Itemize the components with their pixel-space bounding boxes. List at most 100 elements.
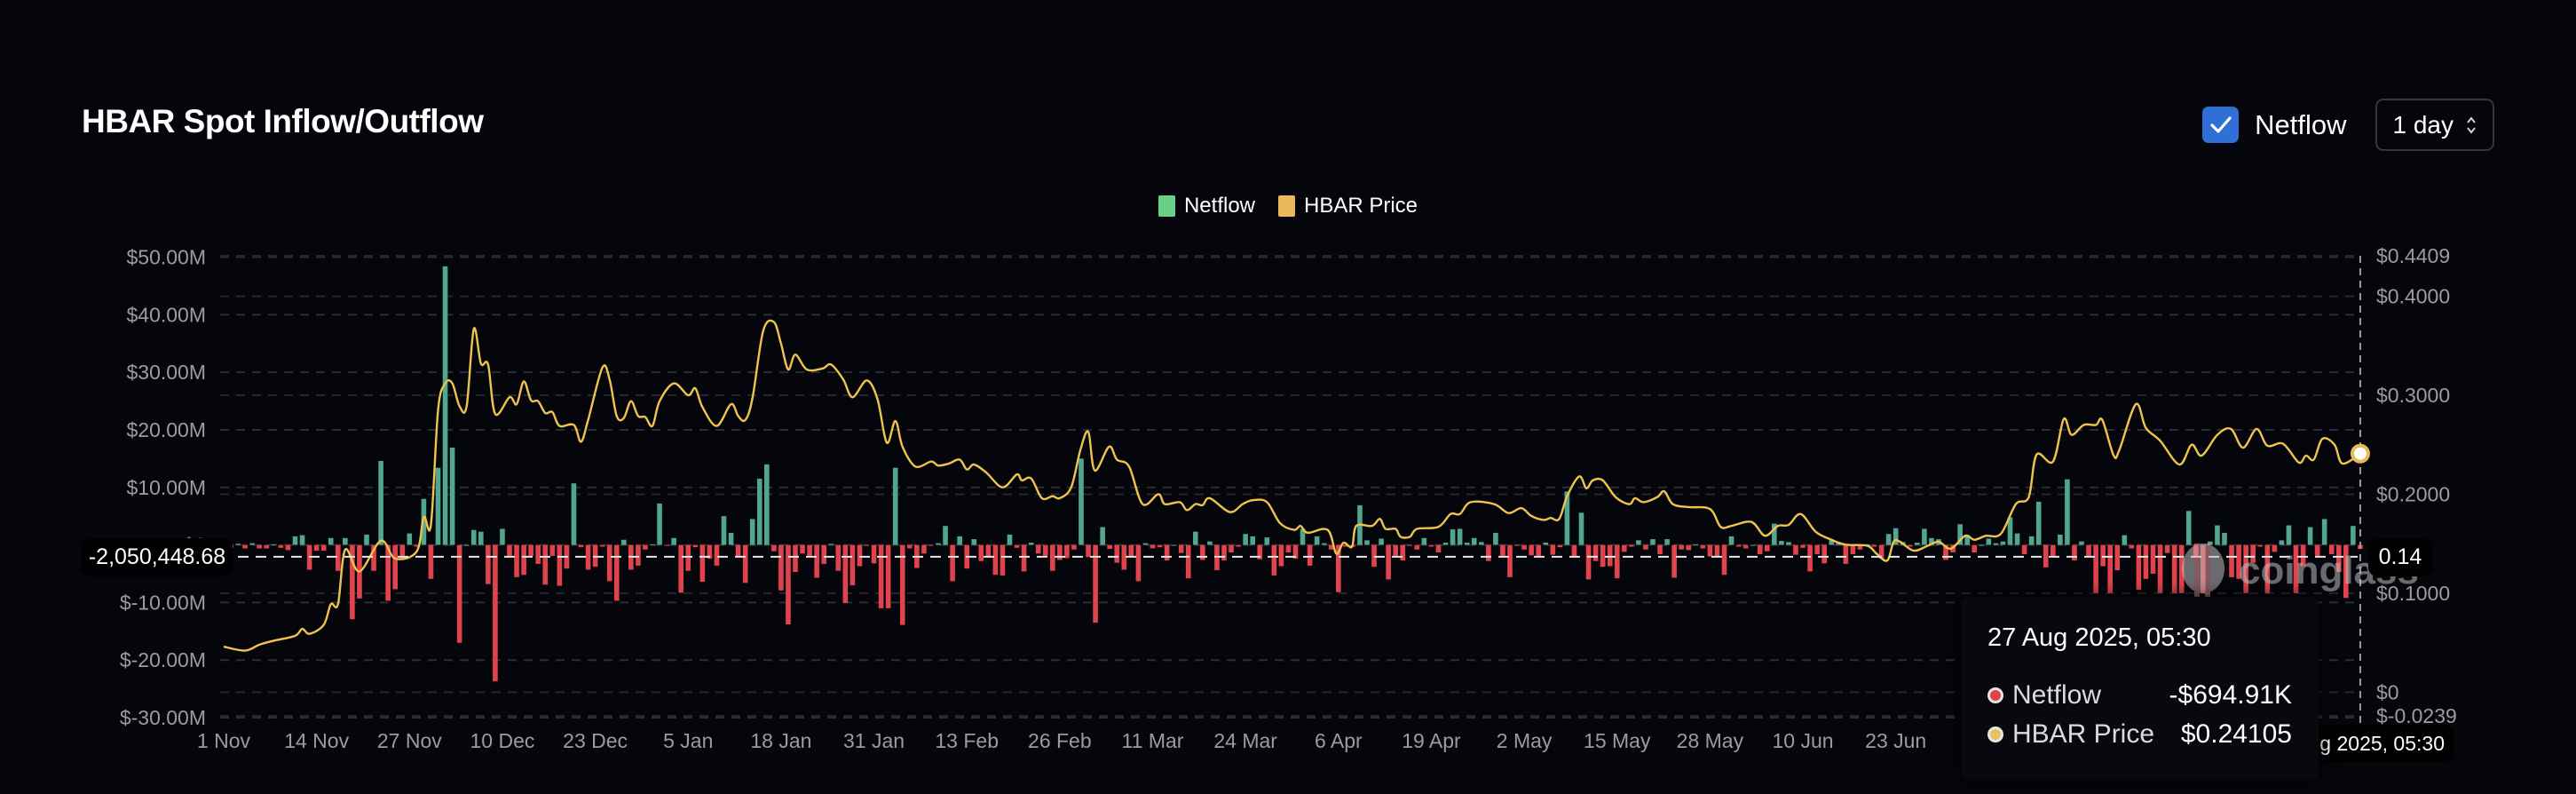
- netflow-bar-outflow: [1735, 544, 1742, 547]
- x-tick-label: 23 Dec: [563, 729, 628, 752]
- x-tick-label: 28 May: [1677, 729, 1744, 752]
- netflow-bar-inflow: [478, 531, 484, 545]
- netflow-bar-inflow: [1979, 544, 1985, 546]
- netflow-bar-outflow: [521, 544, 526, 576]
- netflow-bar-outflow: [392, 544, 398, 590]
- netflow-bar-outflow: [1221, 544, 1227, 561]
- x-tick-label: 15 May: [1584, 729, 1651, 752]
- netflow-bar-outflow: [2150, 544, 2156, 574]
- x-tick-label: 26 Feb: [1028, 729, 1092, 752]
- netflow-bar-outflow: [1657, 544, 1663, 554]
- right-axis-ticks: $0.4409$0.4000$0.3000$0.2000$0.1000$0$-0…: [2376, 244, 2457, 727]
- netflow-bar-outflow: [486, 544, 491, 584]
- netflow-bar-outflow: [771, 544, 777, 552]
- netflow-bar-inflow: [1142, 543, 1149, 545]
- netflow-bar-outflow: [1742, 544, 1749, 549]
- netflow-bar-outflow: [613, 544, 620, 601]
- x-axis-ticks: 1 Nov 14 Nov 27 Nov 10 Dec 23 Dec 5 Jan 18 Jan…: [197, 729, 1926, 752]
- right-tick-label: $0: [2376, 680, 2399, 703]
- netflow-bar-outflow: [928, 544, 934, 546]
- netflow-bar-outflow: [1800, 544, 1806, 548]
- netflow-bar-outflow: [1057, 544, 1063, 560]
- netflow-bar-outflow: [1607, 544, 1613, 567]
- netflow-bar-outflow: [278, 544, 284, 548]
- netflow-bar-outflow: [2164, 544, 2170, 553]
- netflow-bar-inflow: [1007, 534, 1013, 545]
- x-tick-label: 10 Dec: [470, 729, 535, 752]
- x-tick-label: 31 Jan: [843, 729, 905, 752]
- crosshair-y-label: -2,050,448.68: [82, 538, 233, 576]
- netflow-bar-inflow: [1779, 541, 1784, 545]
- netflow-bar-outflow: [807, 544, 812, 556]
- netflow-bar-outflow: [1486, 544, 1491, 561]
- netflow-bar-outflow: [1086, 544, 1091, 558]
- netflow-bar-inflow: [1207, 541, 1213, 545]
- netflow-bar-outflow: [1671, 544, 1677, 578]
- netflow-bar-outflow: [699, 544, 706, 583]
- netflow-bar-outflow: [1229, 544, 1234, 552]
- netflow-bar-outflow: [1071, 544, 1077, 550]
- netflow-bar-outflow: [1393, 544, 1398, 556]
- netflow-bar-outflow: [264, 544, 270, 549]
- x-tick-label: 5 Jan: [663, 729, 713, 752]
- netflow-bar-outflow: [1307, 544, 1313, 566]
- netflow-bar-inflow: [2058, 534, 2063, 545]
- netflow-bar-inflow: [1421, 537, 1427, 545]
- netflow-bar-outflow: [992, 544, 999, 576]
- netflow-bar-outflow: [685, 544, 691, 571]
- netflow-bar-outflow: [2114, 544, 2121, 571]
- netflow-bar-outflow: [1000, 544, 1006, 576]
- netflow-bar-inflow: [756, 479, 763, 545]
- netflow-bar-outflow: [2093, 544, 2098, 594]
- netflow-bar-outflow: [1850, 544, 1856, 554]
- netflow-bar-inflow: [2014, 533, 2020, 545]
- netflow-bar-outflow: [1908, 544, 1913, 547]
- netflow-bar-inflow: [1243, 534, 1248, 545]
- left-tick-label: $-30.00M: [120, 706, 206, 729]
- netflow-bar-outflow: [857, 544, 863, 567]
- netflow-bar-inflow: [442, 266, 448, 545]
- netflow-bar-inflow: [1171, 544, 1177, 546]
- tooltip-name: Netflow: [2012, 680, 2102, 710]
- netflow-bar-outflow: [1236, 544, 1241, 547]
- hover-point: [2350, 443, 2370, 464]
- left-tick-label: $-10.00M: [120, 591, 206, 614]
- netflow-bar-outflow: [1414, 544, 1420, 550]
- netflow-bar-outflow: [1114, 544, 1120, 563]
- netflow-bar-outflow: [1536, 544, 1541, 556]
- netflow-bar-outflow: [714, 544, 720, 566]
- netflow-bar-outflow: [2072, 544, 2077, 561]
- tooltip-row-netflow: Netflow -$694.91K: [1987, 680, 2292, 711]
- netflow-bar-inflow: [1364, 540, 1370, 545]
- x-tick-label: 18 Jan: [750, 729, 811, 752]
- netflow-bar-inflow: [328, 537, 334, 545]
- netflow-bar-inflow: [1457, 528, 1463, 545]
- netflow-bar-outflow: [1135, 544, 1142, 582]
- netflow-bar-outflow: [1042, 544, 1048, 556]
- netflow-bar-inflow: [1479, 542, 1484, 545]
- right-tick-label: $0.2000: [2376, 482, 2450, 505]
- netflow-bar-inflow: [971, 539, 977, 545]
- netflow-bar-outflow: [1200, 544, 1205, 560]
- tooltip-name: HBAR Price: [2012, 719, 2155, 749]
- netflow-bar-outflow: [578, 544, 584, 548]
- netflow-bar-inflow: [1650, 539, 1655, 545]
- netflow-bar-outflow: [742, 544, 748, 584]
- x-tick-label: 24 Mar: [1213, 729, 1277, 752]
- x-tick-label: 6 Apr: [1315, 729, 1363, 752]
- netflow-bar-outflow: [1793, 544, 1798, 555]
- netflow-bar-outflow: [428, 544, 434, 579]
- netflow-bar-inflow: [943, 526, 948, 545]
- netflow-bar-inflow: [1379, 538, 1384, 545]
- netflow-bar-outflow: [1972, 544, 1978, 552]
- netflow-bar-inflow: [2079, 541, 2084, 545]
- x-tick-label: 1 Nov: [197, 729, 251, 752]
- netflow-bar-outflow: [1614, 544, 1620, 579]
- tooltip-value: $0.24105: [2180, 719, 2292, 749]
- netflow-bar-outflow: [1514, 544, 1520, 546]
- netflow-bar-inflow: [1693, 544, 1699, 545]
- netflow-bar-outflow: [1714, 544, 1720, 557]
- netflow-bar-inflow: [1578, 512, 1584, 545]
- netflow-bar-outflow: [814, 544, 819, 578]
- netflow-bar-inflow: [470, 529, 477, 545]
